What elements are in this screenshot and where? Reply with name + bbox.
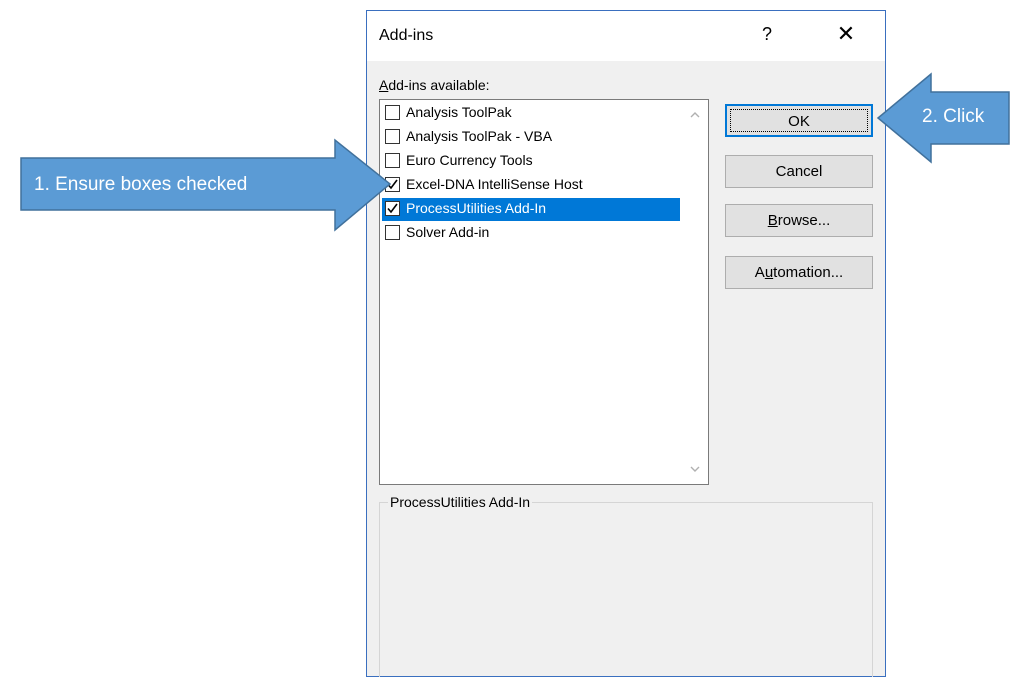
item-label: Excel-DNA IntelliSense Host <box>406 176 583 192</box>
list-item-analysis-toolpak[interactable]: Analysis ToolPak <box>382 102 680 125</box>
accelerator-key: A <box>379 77 389 93</box>
title-bar: Add-ins ? ✕ <box>367 11 885 61</box>
item-label: ProcessUtilities Add-In <box>406 200 547 216</box>
help-button[interactable]: ? <box>753 19 781 49</box>
ok-button-label: OK <box>788 113 810 130</box>
ok-button[interactable]: OK <box>725 104 873 137</box>
automation-button-label: Automation... <box>755 264 843 281</box>
checkbox[interactable] <box>385 105 400 120</box>
list-item-analysis-toolpak-vba[interactable]: Analysis ToolPak - VBA <box>382 126 680 149</box>
cancel-button[interactable]: Cancel <box>725 155 873 188</box>
scroll-up-chevron-icon[interactable] <box>688 108 702 122</box>
item-label: Analysis ToolPak <box>406 104 512 120</box>
label-text: A <box>754 264 765 281</box>
label-text: tomation... <box>773 264 844 281</box>
screenshot-stage: Add-ins ? ✕ Add-ins available: Analysis … <box>0 0 1010 677</box>
scroll-down-chevron-icon[interactable] <box>688 462 702 476</box>
list-item-euro-currency-tools[interactable]: Euro Currency Tools <box>382 150 680 173</box>
accelerator-key: B <box>767 212 778 229</box>
browse-button[interactable]: Browse... <box>725 204 873 237</box>
dialog-title: Add-ins <box>379 27 434 44</box>
item-label: Analysis ToolPak - VBA <box>406 128 553 144</box>
accelerator-key: u <box>764 264 774 281</box>
add-ins-dialog: Add-ins ? ✕ Add-ins available: Analysis … <box>366 10 886 677</box>
add-ins-listbox[interactable]: Analysis ToolPak Analysis ToolPak - VBA … <box>379 99 709 485</box>
close-button[interactable]: ✕ <box>831 19 861 49</box>
label-text: dd-ins available: <box>388 77 490 93</box>
description-title: ProcessUtilities Add-In <box>388 494 533 510</box>
browse-button-label: Browse... <box>768 212 831 229</box>
item-label: Euro Currency Tools <box>406 152 533 168</box>
list-item-excel-dna-intellisense-host[interactable]: Excel-DNA IntelliSense Host <box>382 174 680 197</box>
label-text: rowse... <box>777 212 831 229</box>
automation-button[interactable]: Automation... <box>725 256 873 289</box>
ensure-checked-callout: 1. Ensure boxes checked <box>20 138 400 238</box>
add-ins-available-label: Add-ins available: <box>379 77 490 93</box>
list-item-processutilities-add-in[interactable]: ProcessUtilities Add-In <box>382 198 680 221</box>
item-label: Solver Add-in <box>406 224 490 240</box>
callout-text: 1. Ensure boxes checked <box>34 174 248 195</box>
callout-text: 2. Click <box>922 106 985 127</box>
click-callout: 2. Click <box>876 72 1010 164</box>
cancel-button-label: Cancel <box>775 163 823 180</box>
list-item-solver-add-in[interactable]: Solver Add-in <box>382 222 680 245</box>
description-group: ProcessUtilities Add-In <box>379 494 873 677</box>
